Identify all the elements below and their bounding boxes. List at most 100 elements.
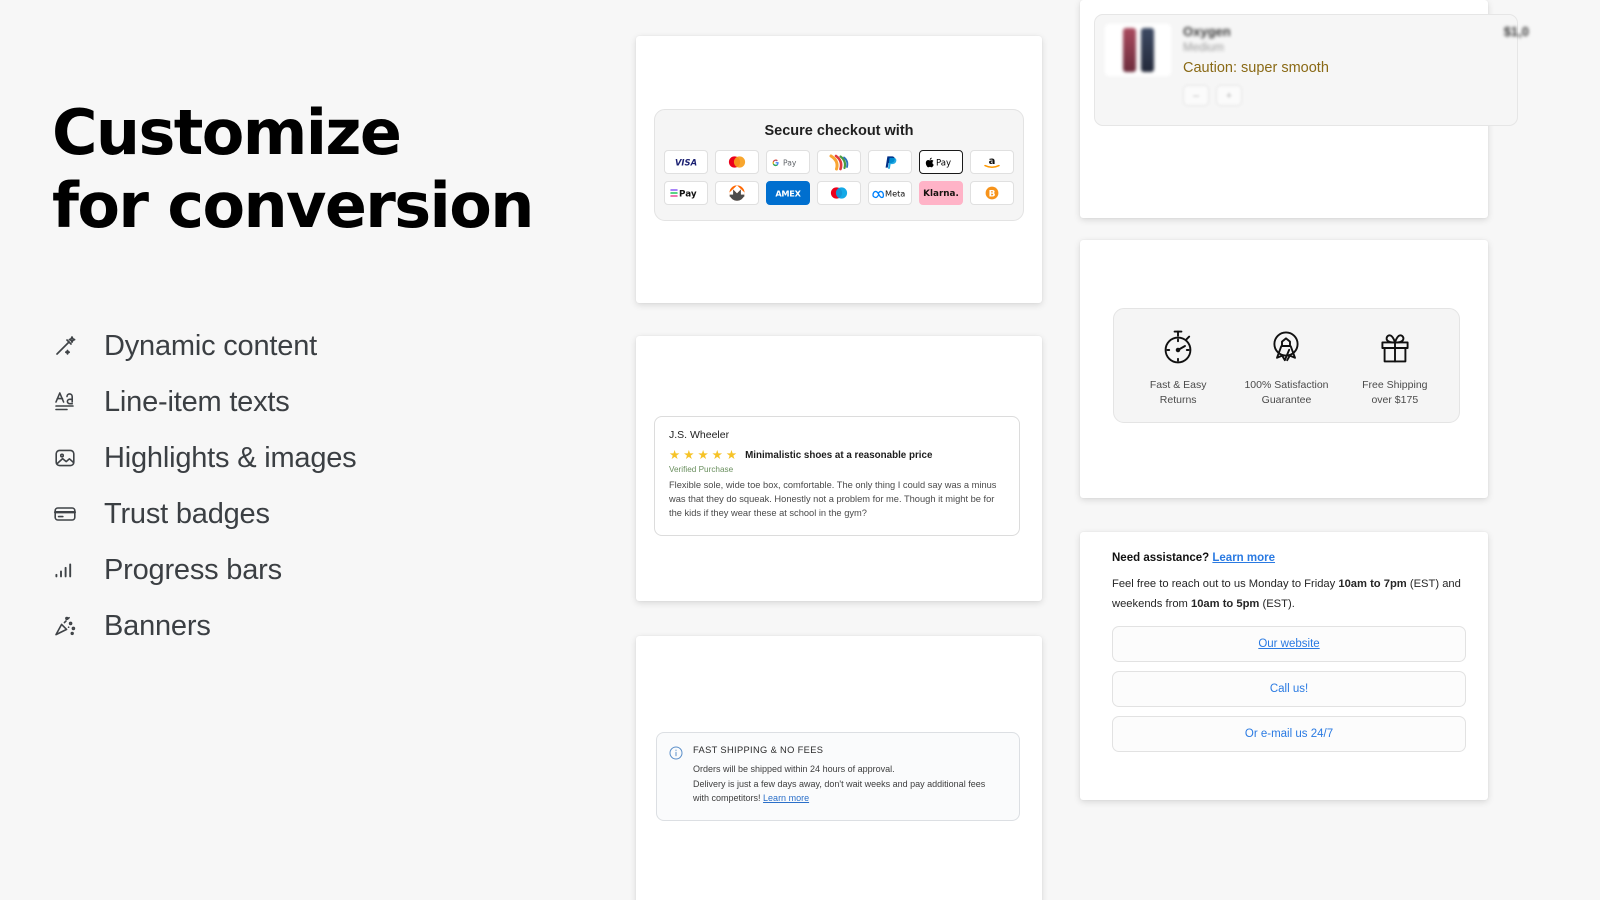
review-author: J.S. Wheeler [669,429,730,441]
contact-heading-text: Need assistance? [1112,552,1210,564]
svg-text:a: a [989,156,996,167]
quantity-stepper: – + [1183,85,1507,106]
feature-item-banners: Banners [52,598,592,654]
feature-item-trust-badges: Trust badges [52,486,592,542]
product-caution-text: Caution: super smooth [1183,60,1329,76]
product-line-item: Oxygen Medium Caution: super smooth – + … [1094,14,1529,126]
shipping-heading: FAST SHIPPING & NO FEES [693,745,824,755]
star-icon: ★ [711,448,723,462]
payment-badge-bitcoin[interactable]: B [970,181,1014,205]
payment-badge-klarna[interactable]: Klarna. [919,181,963,205]
svg-text:Meta: Meta [885,188,905,198]
payment-badge-amex[interactable]: AMEX [766,181,810,205]
payment-badge-maestro[interactable] [817,181,861,205]
trust-badge-label: Fast & Easy Returns [1149,379,1207,407]
bar-chart-icon [52,557,78,583]
secure-checkout-panel: Secure checkout with VISA Pay Pay a Pay … [654,109,1024,221]
payment-badge-mastercard[interactable] [715,150,759,174]
star-icon: ★ [683,448,695,462]
feature-list: Dynamic content Line-item texts Highligh… [52,318,592,654]
trust-badge-shipping: Free Shipping over $175 [1341,327,1449,408]
svg-text:Pay: Pay [783,158,797,167]
feature-label: Dynamic content [104,329,317,362]
page-title: Customize for conversion [52,96,592,242]
product-thumbnail [1105,24,1171,76]
feature-label: Progress bars [104,553,282,586]
star-icon: ★ [669,448,681,462]
payment-badge-visa[interactable]: VISA [664,150,708,174]
award-ribbon-icon [1266,327,1306,367]
payment-badge-apple-pay[interactable]: Pay [919,150,963,174]
trust-badge-guarantee: 100% Satisfaction Guarantee [1232,327,1340,408]
credit-card-icon [52,501,78,527]
email-us-button[interactable]: Or e-mail us 24/7 [1112,716,1466,753]
info-circle-icon [669,746,683,806]
feature-item-dynamic-content: Dynamic content [52,318,592,374]
trust-badges-card: Fast & Easy Returns 100% Satisfaction Guar… [1080,240,1488,498]
contact-weekend-hours: 10am to 5pm [1190,597,1260,610]
svg-text:Pay: Pay [936,158,951,168]
our-website-button[interactable]: Our website [1112,626,1466,663]
payment-badge-google-pay[interactable]: Pay [766,150,810,174]
product-name: Oxygen [1183,24,1231,39]
feature-label: Highlights & images [104,441,357,474]
trust-badge-returns: Fast & Easy Returns [1124,327,1232,408]
left-column: Customize for conversion Dynamic content [52,96,592,654]
shipping-info-banner: FAST SHIPPING & NO FEES Orders will be s… [656,732,1020,821]
svg-text:Klarna.: Klarna. [923,189,959,199]
verified-purchase-badge: Verified Purchase [669,464,734,474]
feature-item-progress-bars: Progress bars [52,542,592,598]
star-icon: ★ [697,448,709,462]
payment-row-2: Pay AMEX Meta Klarna. B [664,181,1014,205]
quantity-increment-button[interactable]: + [1216,85,1242,106]
confetti-icon [52,613,78,639]
svg-text:AMEX: AMEX [775,188,801,198]
text-format-icon [52,389,78,415]
review-box: J.S. Wheeler ★ ★ ★ ★ ★ Minimalistic shoe… [654,416,1020,536]
trust-badges-panel: Fast & Easy Returns 100% Satisfaction Guar… [1113,308,1460,424]
review-title: Minimalistic shoes at a reasonable price [745,449,933,461]
svg-text:B: B [989,189,996,199]
contact-learn-more-link[interactable]: Learn more [1212,552,1275,564]
page-root: Customize for conversion Dynamic content [0,0,1600,900]
trust-badge-label: 100% Satisfaction Guarantee [1244,379,1329,407]
shipping-line-3: with competitors! [693,793,761,804]
secure-checkout-title: Secure checkout with [764,123,914,139]
call-us-button[interactable]: Call us! [1112,671,1466,708]
review-card: J.S. Wheeler ★ ★ ★ ★ ★ Minimalistic shoe… [636,336,1042,601]
feature-label: Trust badges [104,497,270,530]
feature-item-line-item-texts: Line-item texts [52,374,592,430]
shipping-learn-more-link[interactable]: Learn more [763,793,809,803]
payment-badge-amazon[interactable]: a [970,150,1014,174]
image-icon [52,445,78,471]
quantity-decrement-button[interactable]: – [1183,85,1209,106]
star-icon: ★ [725,448,738,462]
magic-wand-icon [52,333,78,359]
payment-badge-meta[interactable]: Meta [868,181,912,205]
contact-hours-text: Feel free to reach out to us Monday to F… [1112,578,1461,610]
svg-text:VISA: VISA [675,157,697,167]
headline-line-1: Customize [52,96,402,169]
stopwatch-icon [1158,327,1198,367]
contact-card: Need assistance? Learn more Feel free to… [1080,532,1488,800]
gift-icon [1375,327,1415,367]
svg-text:Pay: Pay [679,189,697,199]
product-variant: Medium [1183,42,1224,54]
review-star-rating: ★ ★ ★ ★ ★ [669,449,737,462]
payment-row-1: VISA Pay Pay a [664,150,1014,174]
payment-badge-visa-checkout[interactable] [817,150,861,174]
feature-label: Line-item texts [104,385,290,418]
payments-card: Secure checkout with VISA Pay Pay a Pay … [636,36,1042,303]
headline-line-2: for conversion [52,169,534,243]
payment-badge-monero[interactable] [715,181,759,205]
trust-badge-label: Free Shipping over $175 [1362,379,1428,407]
review-body: Flexible sole, wide toe box, comfortable… [669,479,997,519]
feature-label: Banners [104,609,211,642]
shipping-info-card: FAST SHIPPING & NO FEES Orders will be s… [636,636,1042,900]
shipping-line-1: Orders will be shipped within 24 hours o… [693,764,895,774]
payment-badge-paypal[interactable] [868,150,912,174]
product-price: $1,0 [1503,24,1529,39]
feature-item-highlights-images: Highlights & images [52,430,592,486]
contact-weekday-hours: 10am to 7pm [1338,578,1407,590]
payment-badge-pay[interactable]: Pay [664,181,708,205]
